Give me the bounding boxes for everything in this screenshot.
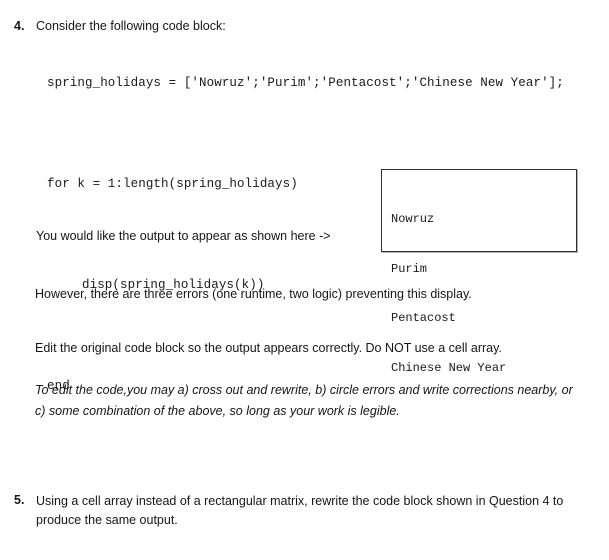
- output-caption: You would like the output to appear as s…: [36, 229, 331, 243]
- edit-methods-note: To edit the code,you may a) cross out an…: [35, 383, 573, 418]
- output-line-2: Purim: [391, 261, 428, 276]
- output-line-1: Nowruz: [391, 212, 435, 226]
- question-5-item: 5. Using a cell array instead of a recta…: [14, 492, 584, 530]
- errors-note: However, there are three errors (one run…: [35, 287, 472, 301]
- question-4-prompt: Consider the following code block:: [36, 19, 226, 33]
- worksheet-page: 4. Consider the following code block: sp…: [0, 0, 609, 560]
- question-5-number: 5.: [14, 493, 25, 507]
- output-line-4: Chinese New Year: [391, 360, 507, 375]
- output-line-3: Pentacost: [391, 311, 456, 325]
- question-4-item: 4. Consider the following code block:: [14, 18, 594, 35]
- question-5-text: Using a cell array instead of a rectangu…: [36, 494, 564, 527]
- code-blank-line-1: [0, 123, 609, 145]
- question-4-number: 4.: [14, 19, 25, 33]
- code-line-assignment: spring_holidays = ['Nowruz';'Purim';'Pen…: [47, 76, 564, 90]
- expected-output-box: Nowruz Purim Pentacost Chinese New Year: [381, 169, 577, 375]
- edit-instruction: Edit the original code block so the outp…: [35, 341, 502, 355]
